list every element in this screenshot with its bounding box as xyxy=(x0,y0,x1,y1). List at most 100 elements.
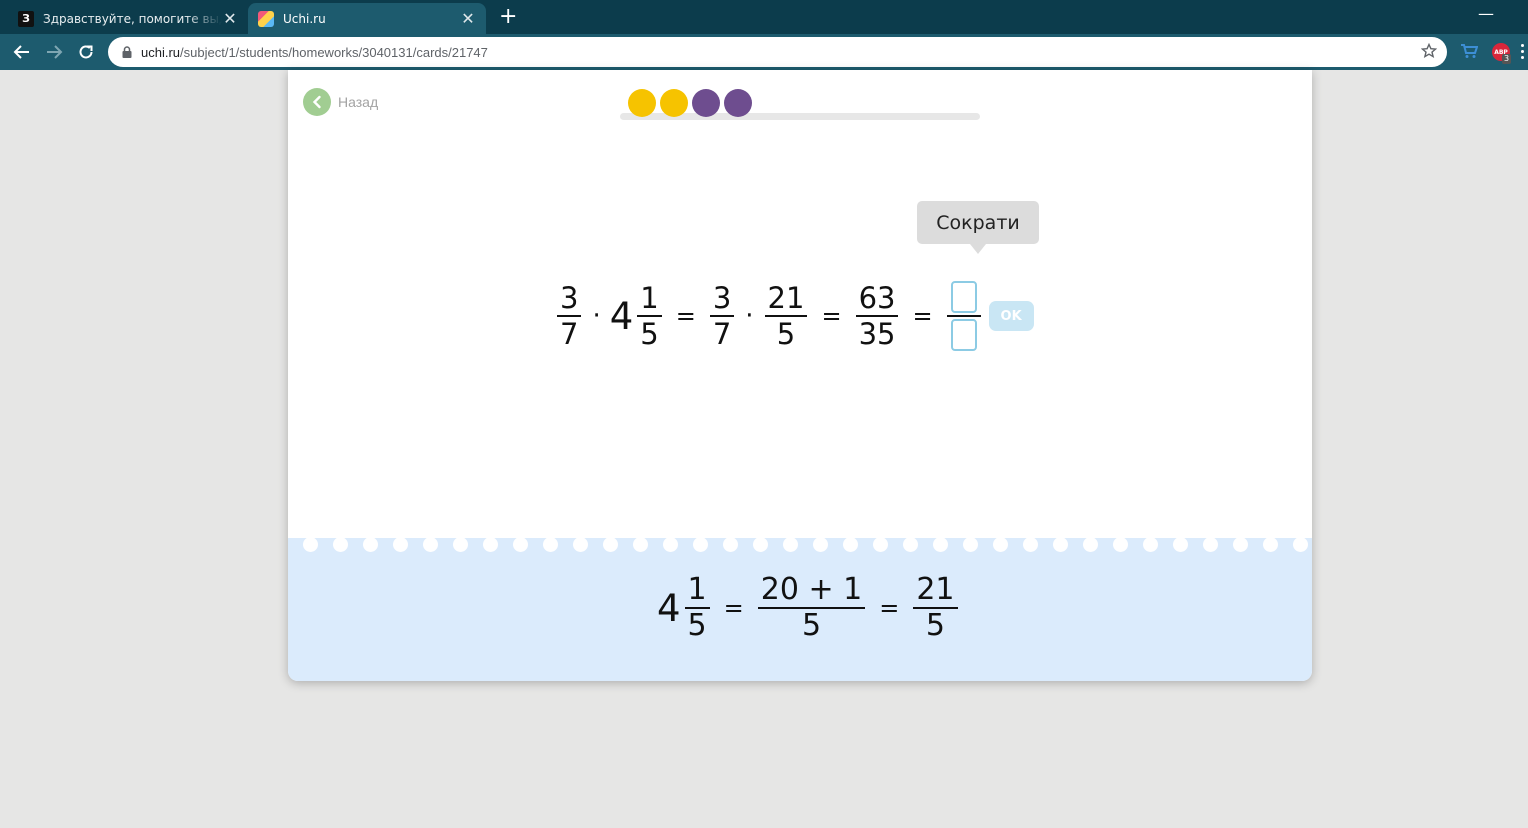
notepad-hole xyxy=(753,537,768,552)
hint-tooltip: Сократи xyxy=(917,201,1039,254)
znanija-favicon-icon: З xyxy=(18,10,34,27)
fraction: 1 5 xyxy=(683,573,712,643)
notepad-hole xyxy=(543,537,558,552)
numerator: 1 xyxy=(687,572,707,607)
notepad-hole xyxy=(363,537,378,552)
notepad-hole xyxy=(513,537,528,552)
fraction: 63 35 xyxy=(854,281,901,351)
fraction: 21 5 xyxy=(911,573,959,643)
progress-dot xyxy=(692,89,720,117)
numerator: 63 xyxy=(858,281,896,315)
back-arrow-icon[interactable] xyxy=(10,40,34,64)
answer-fraction xyxy=(945,280,983,352)
equals-sign: = xyxy=(723,594,744,622)
notepad-hole xyxy=(1203,537,1218,552)
numerator: 20 + 1 xyxy=(760,572,863,607)
numerator: 1 xyxy=(640,281,659,315)
reload-icon[interactable] xyxy=(74,40,98,64)
numerator: 21 xyxy=(916,572,955,607)
notepad-hole xyxy=(633,537,648,552)
address-bar[interactable]: uchi.ru /subject/1/students/homeworks/30… xyxy=(108,37,1447,67)
notepad-hole xyxy=(1233,537,1248,552)
notepad-hole xyxy=(333,537,348,552)
notepad-hole xyxy=(423,537,438,552)
numerator: 21 xyxy=(767,281,805,315)
main-equation: 3 7 · 4 1 5 = 3 7 · 21 5 = 63 35 = OK xyxy=(555,279,1034,353)
numerator: 3 xyxy=(712,281,732,315)
back-label: Назад xyxy=(338,94,379,110)
hint-equation: 4 1 5 = 20 + 1 5 = 21 5 xyxy=(657,568,960,648)
denominator: 5 xyxy=(687,608,707,643)
browser-tab-uchi[interactable]: Uchi.ru ✕ xyxy=(248,3,486,34)
notepad-hole xyxy=(1053,537,1068,552)
multiply-sign: · xyxy=(592,301,601,331)
notepad-hole xyxy=(933,537,948,552)
notepad-hole xyxy=(483,537,498,552)
denominator: 5 xyxy=(801,608,822,643)
notepad-hole xyxy=(1083,537,1098,552)
notepad-hole xyxy=(1023,537,1038,552)
denominator: 7 xyxy=(560,317,579,351)
cart-extension-icon[interactable] xyxy=(1460,43,1479,63)
notepad-hole xyxy=(963,537,978,552)
notepad-holes xyxy=(288,530,1312,555)
notepad-hole xyxy=(1263,537,1278,552)
fraction: 21 5 xyxy=(763,281,810,351)
equals-sign: = xyxy=(879,594,900,622)
notepad-hole xyxy=(843,537,858,552)
notepad-hole xyxy=(903,537,918,552)
fraction: 1 5 xyxy=(635,281,663,351)
uchi-favicon-icon xyxy=(258,10,274,27)
close-tab-icon[interactable]: ✕ xyxy=(460,9,476,28)
browser-toolbar: uchi.ru /subject/1/students/homeworks/30… xyxy=(0,34,1528,70)
notepad-hole xyxy=(813,537,828,552)
mixed-whole: 4 xyxy=(657,586,681,630)
progress-dot xyxy=(628,89,656,117)
bookmark-star-icon[interactable] xyxy=(1420,42,1438,63)
notepad-hole xyxy=(1113,537,1128,552)
notepad-hole xyxy=(783,537,798,552)
mixed-whole: 4 xyxy=(609,294,634,338)
denominator: 5 xyxy=(925,608,945,643)
chevron-left-icon xyxy=(303,88,331,116)
browser-tab-znanija[interactable]: З Здравствуйте, помогите выделить ✕ xyxy=(8,3,248,34)
denominator: 5 xyxy=(776,317,796,351)
notepad-hole xyxy=(303,537,318,552)
fraction: 3 7 xyxy=(708,281,736,351)
minimize-window-button[interactable]: — xyxy=(1478,4,1494,23)
new-tab-button[interactable]: + xyxy=(499,6,517,28)
url-path: /subject/1/students/homeworks/3040131/ca… xyxy=(180,44,488,60)
equals-sign: = xyxy=(675,302,696,330)
tab-title: Здравствуйте, помогите выделить xyxy=(43,11,222,26)
answer-denominator-input[interactable] xyxy=(950,319,977,351)
progress-dot xyxy=(660,89,688,117)
ok-button[interactable]: OK xyxy=(988,301,1034,331)
exercise-card: Назад Сократи 3 7 · 4 1 5 = 3 7 · 21 5 =… xyxy=(288,70,1312,681)
notepad-hole xyxy=(873,537,888,552)
forward-arrow-icon[interactable] xyxy=(42,40,66,64)
notepad-hole xyxy=(723,537,738,552)
progress-dot xyxy=(724,89,752,117)
lock-icon xyxy=(122,46,132,58)
notepad-hole xyxy=(393,537,408,552)
extension-badge: 3 xyxy=(1502,54,1512,64)
notepad-hole xyxy=(1293,537,1308,552)
equals-sign: = xyxy=(821,302,842,330)
numerator: 3 xyxy=(560,281,579,315)
browser-menu-icon[interactable] xyxy=(1521,42,1525,62)
url-host: uchi.ru xyxy=(141,44,181,60)
notepad-hole xyxy=(1173,537,1188,552)
back-button[interactable]: Назад xyxy=(303,88,378,116)
tab-title: Uchi.ru xyxy=(283,11,326,26)
notepad-hole xyxy=(453,537,468,552)
denominator: 5 xyxy=(640,317,659,351)
denominator: 35 xyxy=(858,317,896,351)
notepad-hole xyxy=(993,537,1008,552)
fraction: 20 + 1 5 xyxy=(756,573,867,643)
notepad-hole xyxy=(693,537,708,552)
equals-sign: = xyxy=(912,302,933,330)
fraction-bar xyxy=(946,315,981,317)
answer-numerator-input[interactable] xyxy=(950,281,977,313)
notepad-hole xyxy=(1143,537,1158,552)
close-tab-icon[interactable]: ✕ xyxy=(222,9,238,28)
